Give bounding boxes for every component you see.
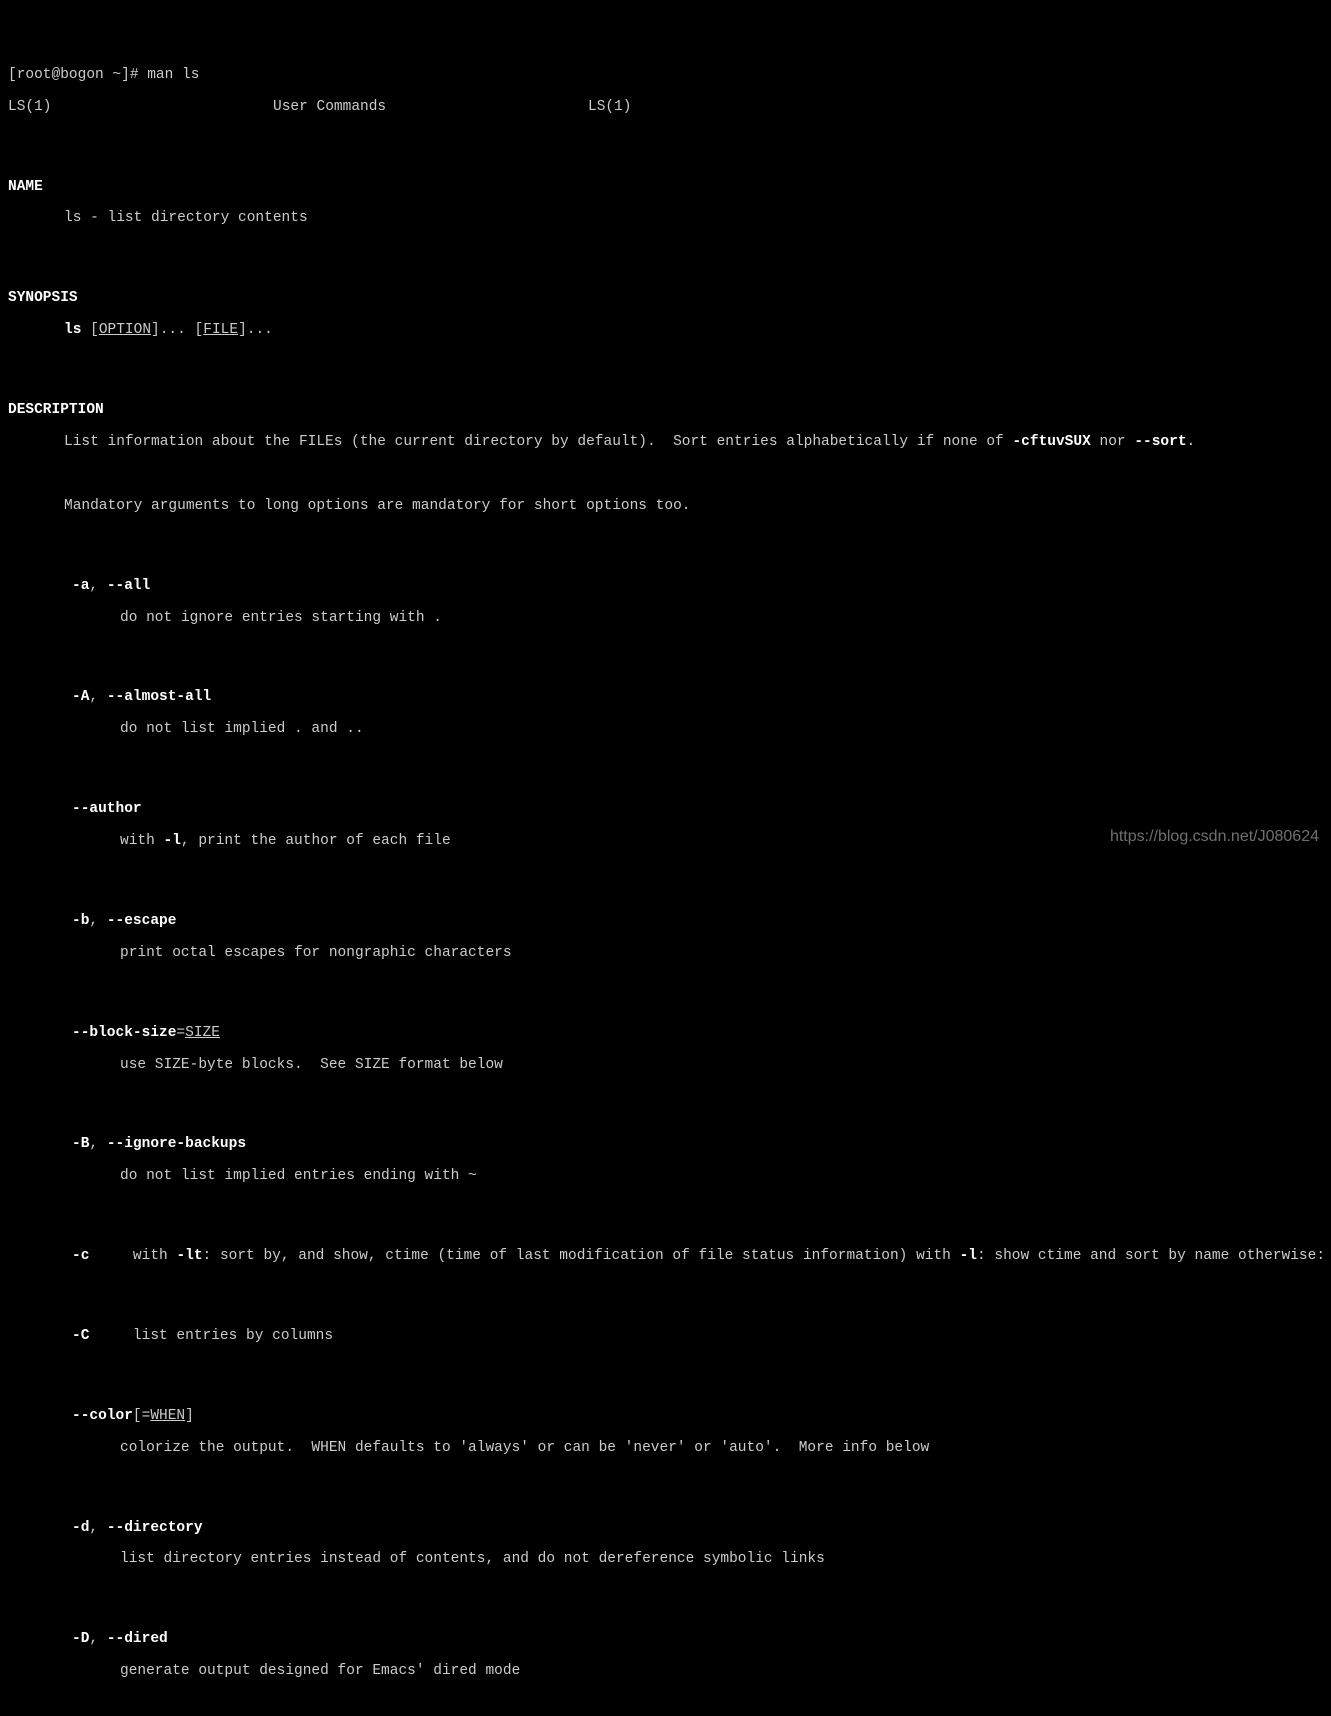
opt-b-desc: print octal escapes for nongraphic chara… (8, 946, 1323, 962)
opt-blocksize-desc: use SIZE-byte blocks. See SIZE format be… (8, 1058, 1323, 1074)
prompt-command[interactable]: man ls (147, 67, 199, 83)
opt-B: -B, --ignore-backups (8, 1137, 1323, 1153)
blank-line (8, 531, 1323, 547)
blank-line (8, 1361, 1323, 1377)
blank-line (8, 355, 1323, 371)
opt-blocksize: --block-size=SIZE (8, 1026, 1323, 1042)
opt-A: -A, --almost-all (8, 690, 1323, 706)
opt-a: -a, --all (8, 579, 1323, 595)
blank-line (8, 978, 1323, 994)
blank-line (8, 754, 1323, 770)
name-text: ls - list directory contents (8, 211, 1323, 227)
watermark-text: https://blog.csdn.net/J080624 (1110, 828, 1319, 846)
opt-A-desc: do not list implied . and .. (8, 722, 1323, 738)
synopsis-line: ls [OPTION]... [FILE]... (8, 323, 1323, 339)
section-description-heading: DESCRIPTION (8, 403, 1323, 419)
section-name-heading: NAME (8, 180, 1323, 196)
opt-author: --author (8, 802, 1323, 818)
blank-line (8, 467, 1323, 483)
opt-C: -C list entries by columns (8, 1329, 1323, 1345)
header-left: LS(1) (8, 100, 273, 116)
description-intro1: List information about the FILEs (the cu… (8, 435, 1323, 451)
opt-D: -D, --dired (8, 1632, 1323, 1648)
description-intro2: Mandatory arguments to long options are … (8, 499, 1323, 515)
opt-B-desc: do not list implied entries ending with … (8, 1169, 1323, 1185)
header-center: User Commands (273, 100, 588, 116)
blank-line (8, 643, 1323, 659)
blank-line (8, 1090, 1323, 1106)
synopsis-option: OPTION (99, 322, 151, 338)
synopsis-file: FILE (203, 322, 238, 338)
opt-color-desc: colorize the output. WHEN defaults to 'a… (8, 1441, 1323, 1457)
prompt-user-host: [root@bogon ~]# (8, 67, 139, 83)
opt-c: -c with -lt: sort by, and show, ctime (t… (8, 1249, 1323, 1265)
shell-prompt: [root@bogon ~]# man ls (8, 68, 1323, 84)
man-header: LS(1)User CommandsLS(1) (8, 100, 1323, 116)
blank-line (8, 1201, 1323, 1217)
blank-line (8, 1473, 1323, 1489)
opt-a-desc: do not ignore entries starting with . (8, 611, 1323, 627)
blank-line (8, 1696, 1323, 1712)
blank-line (8, 866, 1323, 882)
opt-d-desc: list directory entries instead of conten… (8, 1552, 1323, 1568)
header-right: LS(1) (588, 100, 632, 116)
blank-line (8, 1281, 1323, 1297)
blank-line (8, 1584, 1323, 1600)
blank-line (8, 132, 1323, 148)
opt-color: --color[=WHEN] (8, 1409, 1323, 1425)
section-synopsis-heading: SYNOPSIS (8, 291, 1323, 307)
synopsis-cmd: ls (64, 322, 81, 338)
opt-b: -b, --escape (8, 914, 1323, 930)
opt-D-desc: generate output designed for Emacs' dire… (8, 1664, 1323, 1680)
blank-line (8, 243, 1323, 259)
opt-d: -d, --directory (8, 1521, 1323, 1537)
